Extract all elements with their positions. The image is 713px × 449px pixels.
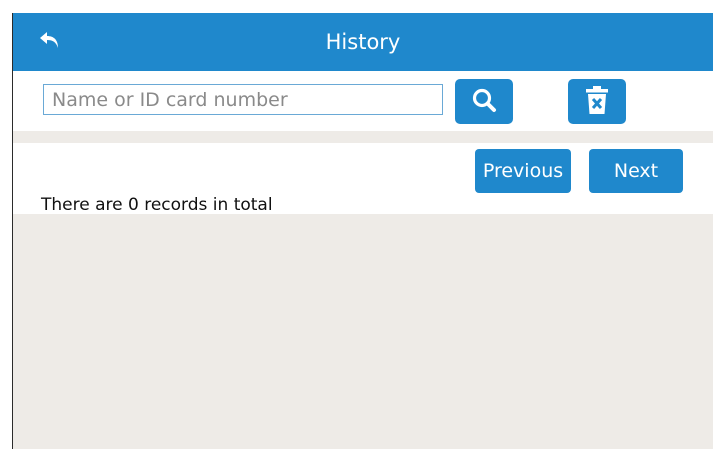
search-button[interactable] — [455, 79, 513, 124]
history-screen: History Name or ID card number Previous … — [0, 0, 713, 449]
records-list — [13, 214, 713, 449]
records-count: 0 — [128, 195, 139, 215]
header-bar: History — [13, 13, 713, 71]
records-suffix: records in total — [138, 195, 273, 215]
page-title: History — [325, 30, 401, 54]
delete-all-button[interactable] — [568, 79, 626, 124]
back-button[interactable] — [35, 27, 65, 57]
section-divider — [13, 131, 713, 143]
magnifier-icon — [471, 87, 497, 117]
pagination-bar: Previous Next There are 0 records in tot… — [13, 143, 713, 215]
trash-x-icon — [585, 85, 609, 119]
back-arrow-icon — [38, 30, 62, 54]
previous-button[interactable]: Previous — [475, 149, 571, 193]
search-input[interactable] — [43, 84, 443, 115]
records-summary: There are 0 records in total — [41, 195, 273, 215]
next-button[interactable]: Next — [589, 149, 683, 193]
search-bar — [13, 71, 713, 131]
records-prefix: There are — [41, 195, 128, 215]
